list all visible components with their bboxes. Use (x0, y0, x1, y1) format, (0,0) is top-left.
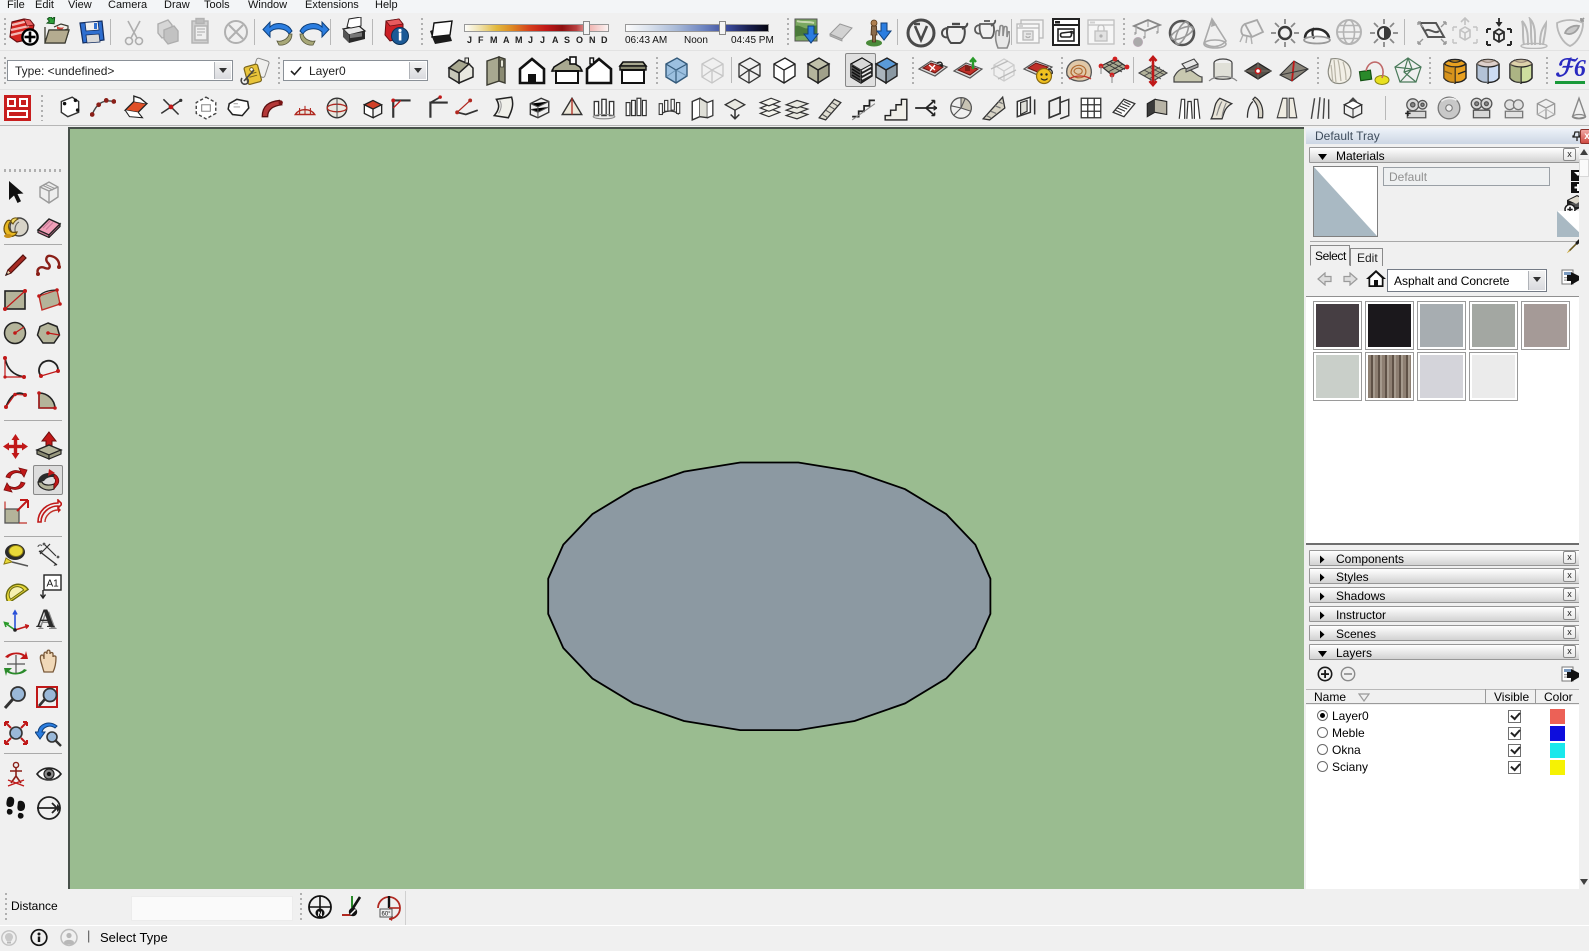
svg-text:60°: 60° (382, 912, 392, 918)
svg-text:N: N (318, 911, 323, 918)
svg-text:A: A (36, 606, 55, 633)
svg-text:A1: A1 (47, 579, 60, 590)
